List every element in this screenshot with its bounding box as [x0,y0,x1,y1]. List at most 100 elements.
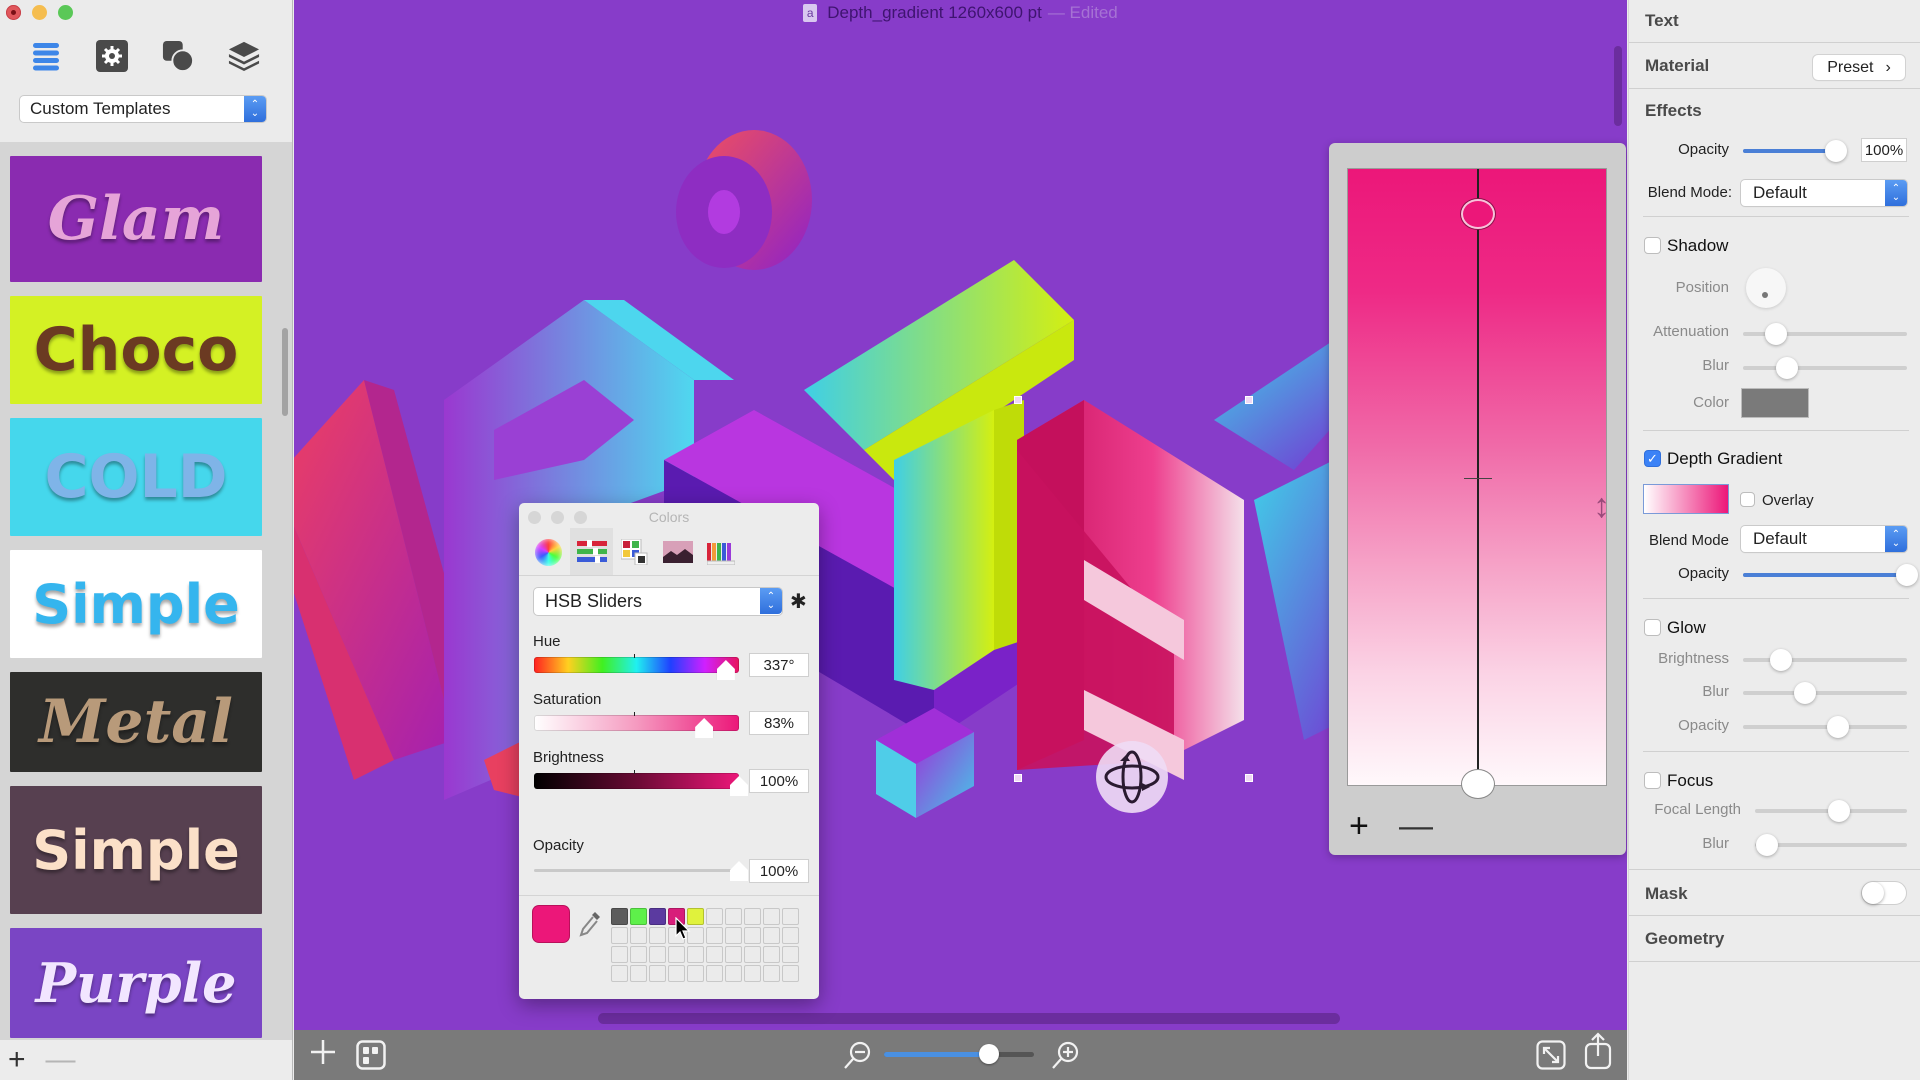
color-swatch[interactable] [649,927,666,944]
color-swatch[interactable] [725,965,742,982]
glow-opacity-slider[interactable] [1743,716,1907,738]
effects-opacity-slider[interactable] [1743,140,1848,162]
color-wheel-tab[interactable] [527,528,570,576]
color-swatch[interactable] [744,927,761,944]
color-swatch[interactable] [763,908,780,925]
color-swatch[interactable] [782,946,799,963]
zoom-in-button[interactable] [1050,1040,1080,1075]
depth-blend-mode-select[interactable]: Default ⌃ ⌄ [1741,526,1907,552]
color-swatch[interactable] [649,908,666,925]
effects-opacity-value[interactable]: 100% [1861,138,1907,162]
gradient-stop-top[interactable] [1461,199,1495,229]
effects-section-header[interactable]: Effects [1645,101,1702,121]
color-swatch[interactable] [611,908,628,925]
vertical-resize-icon[interactable]: ↕ [1593,487,1610,526]
color-swatch[interactable] [611,946,628,963]
close-window-button[interactable] [6,5,21,20]
color-swatch[interactable] [744,965,761,982]
color-swatch[interactable] [706,946,723,963]
shadow-checkbox[interactable] [1644,237,1661,254]
color-swatch[interactable] [630,946,647,963]
zoom-slider[interactable] [884,1044,1034,1064]
hue-slider[interactable] [534,654,739,680]
template-category-select[interactable]: Custom Templates ⌃ ⌄ [20,96,266,122]
share-button[interactable] [1584,1032,1612,1075]
selection-handle-top-right[interactable] [1245,396,1253,404]
image-palettes-tab[interactable] [656,528,699,576]
glow-checkbox[interactable] [1644,619,1661,636]
saturation-value[interactable]: 83% [749,711,809,735]
add-gradient-stop-button[interactable]: + [1349,807,1369,846]
zoom-out-button[interactable] [842,1040,872,1075]
depth-gradient-checkbox[interactable]: ✓ [1644,450,1661,467]
letter-e-shape[interactable] [1017,400,1244,780]
overlay-checkbox[interactable] [1740,492,1755,507]
mask-toggle[interactable] [1861,881,1907,905]
glow-brightness-slider[interactable] [1743,649,1907,671]
shadow-attenuation-slider[interactable] [1743,323,1907,345]
color-swatch[interactable] [725,946,742,963]
color-swatch[interactable] [782,908,799,925]
color-swatch[interactable] [763,946,780,963]
glow-blur-slider[interactable] [1743,682,1907,704]
focus-blur-slider[interactable] [1755,834,1907,856]
color-swatch[interactable] [706,927,723,944]
preset-button[interactable]: Preset › [1813,55,1905,80]
add-object-button[interactable] [310,1036,336,1073]
depth-opacity-slider[interactable] [1743,564,1918,586]
cube-shape[interactable] [876,708,974,818]
template-thumbnail[interactable]: Simple [10,550,262,658]
text-section-header[interactable]: Text [1645,11,1679,31]
color-swatch[interactable] [668,946,685,963]
color-swatch[interactable] [725,908,742,925]
template-thumbnail[interactable]: Purple [10,928,262,1038]
hue-value[interactable]: 337° [749,653,809,677]
geometry-section-header[interactable]: Geometry [1645,929,1724,949]
brightness-value[interactable]: 100% [749,769,809,793]
mask-section-header[interactable]: Mask [1645,884,1688,904]
template-thumbnail[interactable]: Simple [10,786,262,914]
shadow-color-well[interactable] [1741,388,1809,418]
template-thumbnail[interactable]: Choco [10,296,262,404]
opacity-slider[interactable] [534,861,748,881]
brightness-slider[interactable] [534,770,748,796]
rotate-3d-widget[interactable] [1096,741,1168,813]
gear-icon[interactable] [96,40,128,72]
color-swatch[interactable] [630,927,647,944]
color-swatch[interactable] [668,965,685,982]
canvas-vertical-scrollbar[interactable] [1614,46,1622,126]
shadow-blur-slider[interactable] [1743,357,1907,379]
effects-blend-mode-select[interactable]: Default ⌃ ⌄ [1741,180,1907,206]
selection-handle-bottom-left[interactable] [1014,774,1022,782]
color-swatch[interactable] [763,965,780,982]
brightness-slider-thumb[interactable] [730,776,748,796]
saturation-slider-thumb[interactable] [695,718,714,738]
color-swatch[interactable] [744,908,761,925]
color-swatch[interactable] [744,946,761,963]
list-icon[interactable] [30,40,62,72]
gradient-midpoint[interactable] [1464,478,1492,479]
shapes-icon[interactable] [162,40,194,72]
opacity-value[interactable]: 100% [749,859,809,883]
color-swatch[interactable] [706,908,723,925]
color-swatch[interactable] [649,946,666,963]
sidebar-scrollbar[interactable] [282,328,288,416]
depth-gradient-preview[interactable] [1643,484,1729,514]
gradient-preview[interactable]: ↕ [1347,168,1610,799]
pencils-tab[interactable] [699,528,742,576]
gear-icon[interactable]: ✱ [790,589,807,614]
ring-shape[interactable] [676,130,812,270]
saturation-slider[interactable] [534,712,739,738]
color-swatch[interactable] [763,927,780,944]
canvas-horizontal-scrollbar[interactable] [598,1013,1340,1024]
color-swatch[interactable] [782,965,799,982]
color-swatch[interactable] [630,965,647,982]
minimize-window-button[interactable] [32,5,47,20]
focus-checkbox[interactable] [1644,772,1661,789]
layout-button[interactable] [356,1040,386,1075]
template-thumbnail[interactable]: Glam [10,156,262,282]
color-swatch[interactable] [725,927,742,944]
color-swatch[interactable] [782,927,799,944]
color-swatch[interactable] [649,965,666,982]
zoom-slider-thumb[interactable] [979,1044,999,1064]
